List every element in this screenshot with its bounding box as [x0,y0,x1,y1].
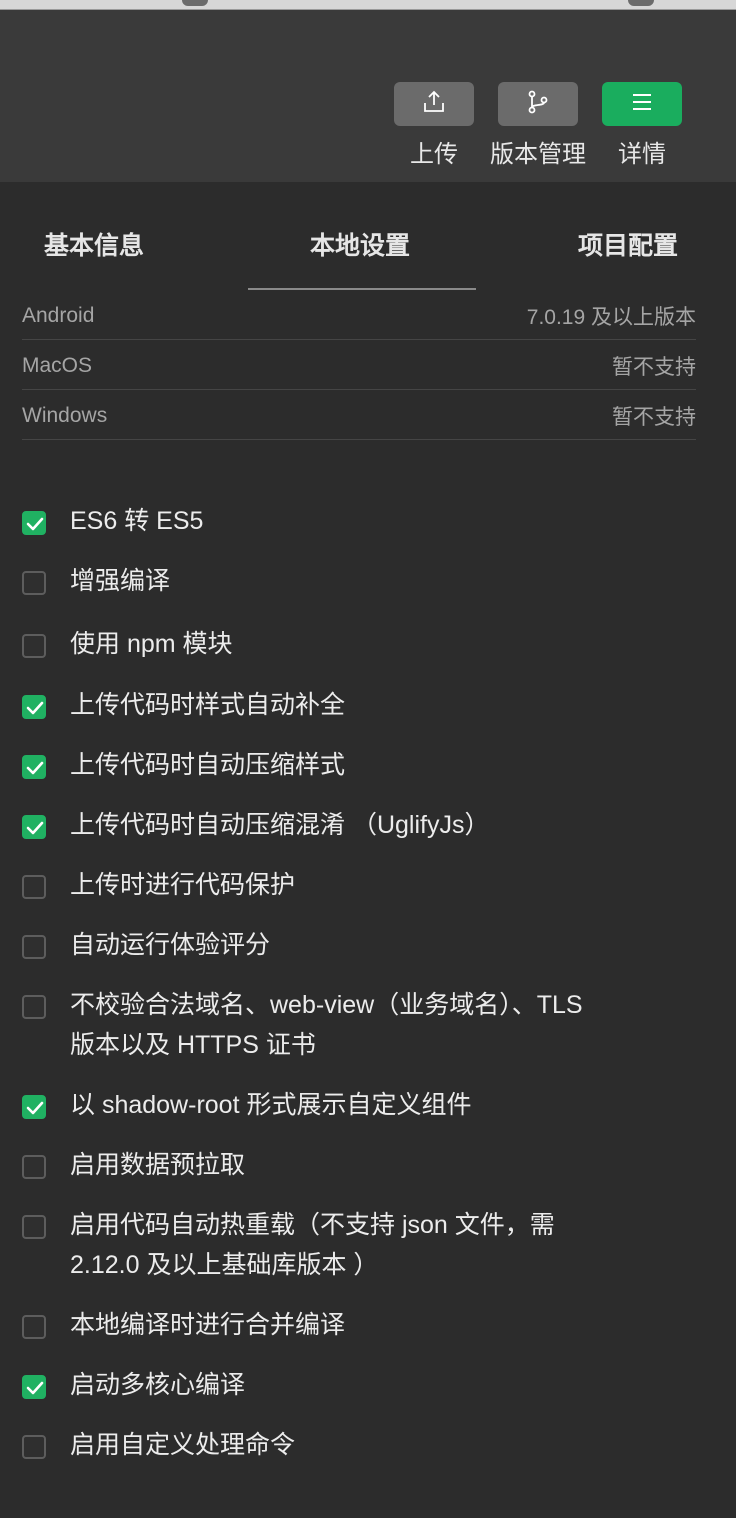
checkbox[interactable] [22,1435,46,1459]
info-value: 7.0.19 及以上版本 [526,305,696,329]
menu-icon [630,92,654,117]
info-row-windows: Windows 暂不支持 [22,390,696,440]
upload-button[interactable] [394,82,474,126]
option-minify-style[interactable]: 上传代码时自动压缩样式 [22,751,662,785]
option-label: 上传代码时自动压缩混淆 （UglifyJs） [70,811,490,839]
option-label: 上传代码时自动压缩样式 [70,751,346,779]
checkbox-checked[interactable] [22,1375,46,1399]
option-experience-score[interactable]: 自动运行体验评分 [22,931,662,965]
option-enhanced-compile[interactable]: 增强编译 [22,567,662,601]
option-label: 本地编译时进行合并编译 [70,1311,346,1339]
option-code-protection[interactable]: 上传时进行代码保护 [22,871,662,905]
checkmark-icon [26,1381,44,1395]
option-style-autoprefix[interactable]: 上传代码时样式自动补全 [22,691,662,725]
option-label-line: 不校验合法域名、web-view（业务域名）、TLS [70,991,583,1019]
option-label-line: 2.12.0 及以上基础库版本 ） [70,1251,379,1279]
version-management-button[interactable] [498,82,578,126]
tab-project-config[interactable]: 项目配置 [578,226,678,262]
checkmark-icon [26,821,44,835]
checkbox[interactable] [22,571,46,595]
checkbox-checked[interactable] [22,1095,46,1119]
info-label: Android [22,303,95,327]
checkbox[interactable] [22,1155,46,1179]
checkbox[interactable] [22,634,46,658]
window-control [182,0,208,6]
checkmark-icon [26,1101,44,1115]
info-row-android: Android 7.0.19 及以上版本 [22,290,696,340]
option-hot-reload[interactable]: 启用代码自动热重载（不支持 json 文件，需 2.12.0 及以上基础库版本 … [22,1211,662,1285]
toolbar: 上传 版本管理 详情 [0,10,736,182]
tab-bar: 基本信息 本地设置 项目配置 [0,182,736,292]
option-label-line: 启用代码自动热重载（不支持 json 文件，需 [70,1211,555,1239]
window-control [628,0,654,6]
option-label: 上传时进行代码保护 [70,871,296,899]
info-value: 暂不支持 [612,355,696,379]
option-label: ES6 转 ES5 [70,507,204,535]
option-label-line: 版本以及 HTTPS 证书 [70,1031,316,1059]
tab-local-settings[interactable]: 本地设置 [310,226,410,262]
checkbox-checked[interactable] [22,755,46,779]
info-row-macos: MacOS 暂不支持 [22,340,696,390]
checkbox[interactable] [22,1315,46,1339]
option-skip-domain-check[interactable]: 不校验合法域名、web-view（业务域名）、TLS 版本以及 HTTPS 证书 [22,991,662,1065]
branch-icon [525,89,551,120]
info-value: 暂不支持 [612,405,696,429]
option-label: 不校验合法域名、web-view（业务域名）、TLS 版本以及 HTTPS 证书 [70,985,583,1065]
window-top-strip [0,0,736,10]
checkmark-icon [26,761,44,775]
option-shadow-root[interactable]: 以 shadow-root 形式展示自定义组件 [22,1091,662,1125]
upload-label: 上传 [410,141,458,168]
info-label: Windows [22,403,108,427]
upload-icon [421,89,447,120]
option-label: 以 shadow-root 形式展示自定义组件 [70,1091,472,1119]
tab-basic-info[interactable]: 基本信息 [44,226,144,262]
option-data-prefetch[interactable]: 启用数据预拉取 [22,1151,662,1185]
option-uglify[interactable]: 上传代码时自动压缩混淆 （UglifyJs） [22,811,662,845]
info-label: MacOS [22,353,93,377]
checkbox[interactable] [22,995,46,1019]
checkbox-checked[interactable] [22,815,46,839]
option-label: 自动运行体验评分 [70,931,271,959]
option-label: 启用数据预拉取 [70,1151,246,1179]
option-multicore-compile[interactable]: 启动多核心编译 [22,1371,662,1405]
option-label: 启用代码自动热重载（不支持 json 文件，需 2.12.0 及以上基础库版本 … [70,1205,555,1285]
checkmark-icon [26,517,44,531]
option-label: 启动多核心编译 [70,1371,246,1399]
option-custom-commands[interactable]: 启用自定义处理命令 [22,1431,662,1465]
option-label: 启用自定义处理命令 [70,1431,296,1459]
option-label: 使用 npm 模块 [70,630,233,658]
checkbox-checked[interactable] [22,511,46,535]
version-management-label: 版本管理 [490,141,586,168]
checkbox-checked[interactable] [22,695,46,719]
option-npm-modules[interactable]: 使用 npm 模块 [22,630,662,664]
option-label: 上传代码时样式自动补全 [70,691,346,719]
checkmark-icon [26,701,44,715]
option-es6-to-es5[interactable]: ES6 转 ES5 [22,507,662,541]
platform-info: Android 7.0.19 及以上版本 MacOS 暂不支持 Windows … [22,290,696,440]
checkbox[interactable] [22,1215,46,1239]
checkbox[interactable] [22,935,46,959]
option-merge-compile[interactable]: 本地编译时进行合并编译 [22,1311,662,1345]
details-button[interactable] [602,82,682,126]
details-label: 详情 [618,141,666,168]
checkbox[interactable] [22,875,46,899]
option-label: 增强编译 [70,567,171,595]
